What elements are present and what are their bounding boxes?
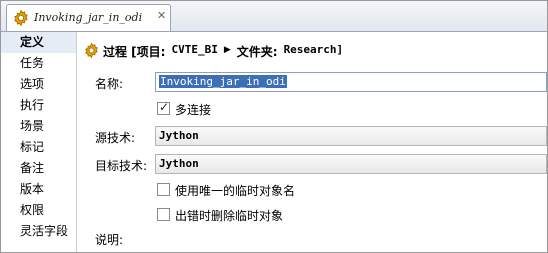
sidebar-item-privileges[interactable]: 权限 [1, 200, 76, 221]
editor-tab-strip: Invoking_jar_in_odi ✕ [1, 1, 547, 32]
editor-tab[interactable]: Invoking_jar_in_odi ✕ [6, 4, 171, 31]
sidebar-item-options[interactable]: 选项 [1, 74, 76, 95]
definition-panel: 过程 [项目: CVTE_BI ▶ 文件夹: Research] 名称: Inv… [77, 32, 547, 252]
multi-connection-checkbox[interactable]: ✓ [157, 100, 170, 115]
title-prefix: 过程 [项目: [103, 45, 166, 59]
project-name: CVTE_BI [171, 43, 218, 56]
editor-window: Invoking_jar_in_odi ✕ 定义 任务 选项 执行 场景 标记 … [0, 0, 548, 253]
sidebar: 定义 任务 选项 执行 场景 标记 备注 版本 权限 灵活字段 [1, 32, 77, 252]
sidebar-item-scenarios[interactable]: 场景 [1, 116, 76, 137]
target-tech-select[interactable]: Jython [155, 154, 547, 174]
target-tech-value: Jython [159, 157, 199, 170]
checkmark-icon: ✓ [159, 100, 170, 114]
close-icon[interactable]: ✕ [157, 10, 167, 21]
name-field[interactable]: Invoking_jar_in_odi [155, 72, 547, 92]
sidebar-item-flexfields[interactable]: 灵活字段 [1, 221, 76, 242]
editor-tab-title: Invoking_jar_in_odi [34, 11, 143, 24]
sidebar-item-memo[interactable]: 备注 [1, 158, 76, 179]
name-label: 名称: [95, 77, 124, 91]
source-tech-select[interactable]: Jython [155, 126, 547, 146]
breadcrumb-arrow-icon: ▶ [223, 45, 231, 55]
gear-icon [14, 9, 28, 27]
source-tech-label: 源技术: [95, 131, 136, 145]
unique-temp-object-label: 使用唯一的临时对象名 [175, 184, 296, 198]
sidebar-item-definition[interactable]: 定义 [1, 32, 76, 53]
delete-temp-on-error-checkbox[interactable] [157, 208, 170, 221]
description-label: 说明: [95, 233, 124, 247]
sidebar-item-tasks[interactable]: 任务 [1, 53, 76, 74]
name-field-value: Invoking_jar_in_odi [159, 75, 287, 88]
target-tech-label: 目标技术: [95, 159, 148, 173]
multi-connection-label: 多连接 [175, 103, 212, 117]
folder-name: Research] [283, 43, 344, 56]
unique-temp-object-checkbox[interactable] [157, 183, 170, 196]
sidebar-item-version[interactable]: 版本 [1, 179, 76, 200]
folder-prefix: 文件夹: [236, 45, 278, 59]
sidebar-item-execution[interactable]: 执行 [1, 95, 76, 116]
sidebar-item-markers[interactable]: 标记 [1, 137, 76, 158]
delete-temp-on-error-label: 出错时删除临时对象 [175, 209, 284, 223]
source-tech-value: Jython [159, 129, 199, 142]
gear-icon [85, 42, 98, 59]
